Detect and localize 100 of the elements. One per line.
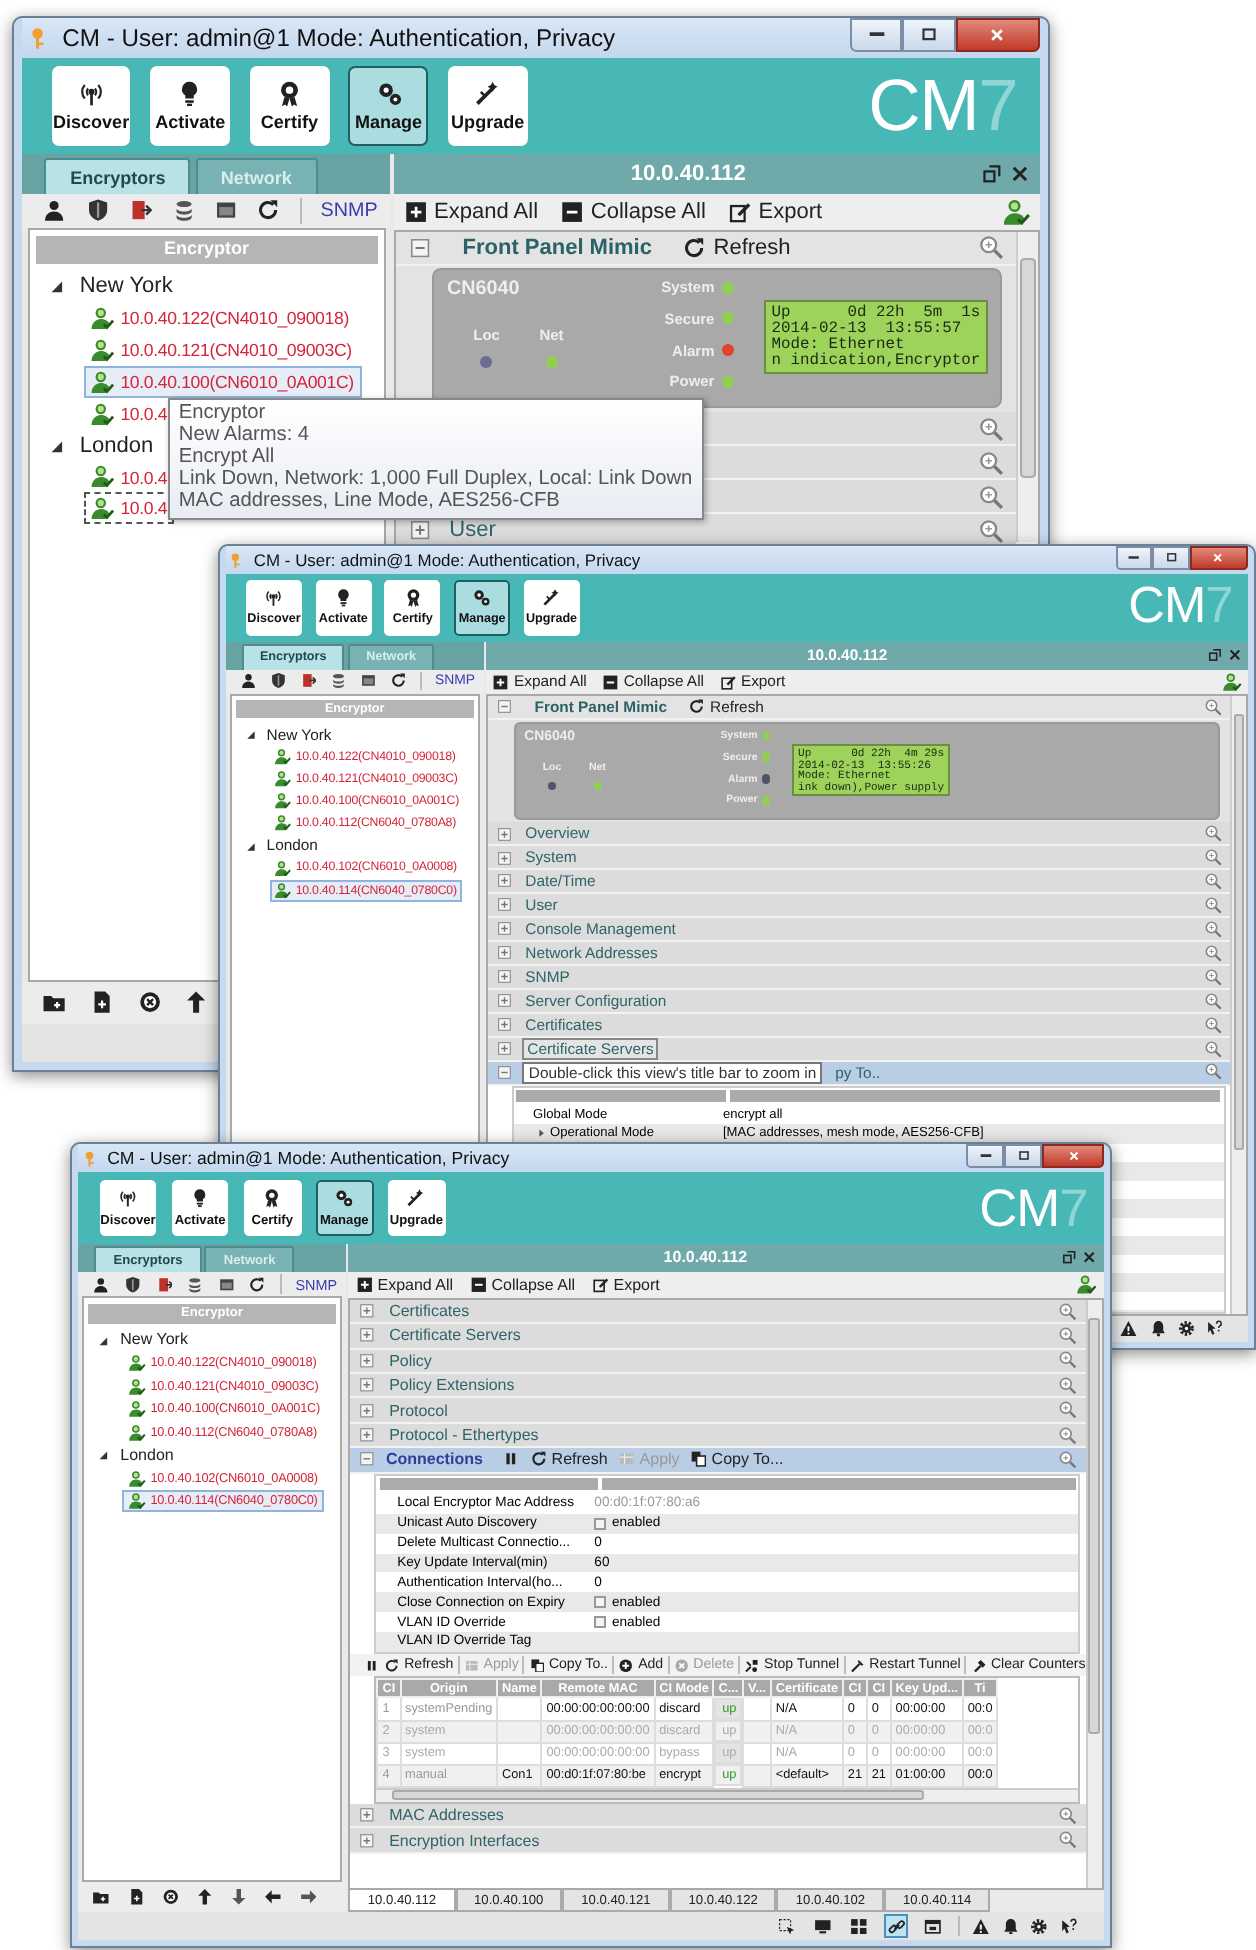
activate-button[interactable]: Activate [150,66,230,146]
zoom-icon[interactable] [1203,1015,1223,1034]
minimize-button[interactable] [966,1144,1005,1168]
folder-icon[interactable] [42,990,67,1016]
zoom-icon[interactable] [1058,1450,1078,1470]
minimize-button[interactable] [1115,546,1153,570]
pause-icon[interactable] [502,1450,520,1469]
minimize-button[interactable] [850,18,903,51]
close-icon[interactable] [1010,164,1031,185]
person-icon[interactable] [92,1275,111,1294]
expand-icon[interactable] [496,1015,513,1033]
toggle-button[interactable] [773,1913,799,1939]
pause-icon[interactable] [364,1657,381,1673]
tree-item[interactable]: 10.0.40.100(CN6010_0A001C) [83,366,362,398]
checkbox[interactable] [594,1596,607,1609]
document-icon[interactable] [89,990,115,1016]
settings-icon[interactable] [1177,1320,1195,1338]
shield-icon[interactable] [123,1275,142,1294]
restore-icon[interactable] [1207,648,1222,663]
help-icon[interactable] [1060,1917,1079,1935]
expand-icon[interactable] [496,825,513,843]
refresh-icon[interactable] [390,672,407,690]
section-header[interactable]: Certificate Servers [350,1324,1086,1350]
expander-icon[interactable] [241,837,259,855]
user-check-icon[interactable] [1221,671,1242,692]
expander-icon[interactable] [94,1446,113,1465]
expand-icon[interactable] [496,872,513,890]
expand-icon[interactable] [358,1302,377,1320]
zoom-icon[interactable] [1203,824,1223,843]
close-icon[interactable] [1227,648,1242,663]
restore-icon[interactable] [982,164,1002,185]
zoom-icon[interactable] [1203,1039,1223,1058]
warning-icon[interactable] [1120,1320,1138,1338]
zoom-icon[interactable] [1058,1805,1078,1825]
zoom-icon[interactable] [978,415,1005,442]
tree-group-label[interactable]: New York [79,274,173,299]
toggle-button[interactable] [884,1913,909,1939]
zoom-icon[interactable] [978,449,1005,476]
refresh-button[interactable]: Refresh [529,1450,608,1469]
collapse-icon[interactable] [407,235,432,260]
exit-icon[interactable] [128,198,153,224]
exit-icon[interactable] [155,1275,173,1294]
expand-icon[interactable] [407,518,432,543]
person-icon[interactable] [42,198,67,224]
collapse-all-button[interactable]: Collapse All [469,1275,576,1294]
tree-item[interactable]: 10.0.40.121(CN4010_09003C) [83,334,360,367]
database-icon[interactable] [186,1275,204,1294]
certify-button[interactable]: Certify [249,66,330,146]
close-button[interactable] [1189,546,1248,570]
bell-icon[interactable] [1001,1917,1019,1935]
section-header[interactable]: Front Panel Mimic Refresh [396,231,1016,266]
tab[interactable]: Encryptors [44,158,191,194]
zoom-icon[interactable] [978,517,1005,545]
expand-icon[interactable] [358,1376,377,1395]
arrow-up-icon[interactable] [184,990,209,1016]
manage-button[interactable]: Manage [348,66,429,146]
zoom-icon[interactable] [1058,1425,1078,1445]
help-icon[interactable] [1206,1320,1224,1338]
tree-item[interactable]: 10.0.40.122(CN4010_090018) [83,302,357,335]
tree-item[interactable]: 10.0.4 [83,461,175,493]
section-header[interactable]: Certificates [350,1299,1086,1325]
expand-icon[interactable] [358,1351,377,1370]
settings-icon[interactable] [1030,1917,1049,1935]
upgrade-button[interactable]: Upgrade [448,66,528,146]
database-icon[interactable] [330,672,347,690]
maximize-button[interactable] [1004,1144,1043,1168]
close-button[interactable] [1042,1144,1104,1168]
expand-icon[interactable] [496,968,513,986]
panel-icon[interactable] [214,198,239,224]
section-header[interactable]: MAC Addresses [350,1803,1086,1829]
zoom-icon[interactable] [1203,697,1223,716]
scrollbar[interactable] [1015,231,1038,542]
expand-icon[interactable] [496,920,513,938]
arrow-down-icon[interactable] [230,1888,248,1907]
section-header[interactable]: Protocol [350,1398,1086,1424]
zoom-icon[interactable] [978,234,1005,261]
tree-group-label[interactable]: London [120,1446,174,1465]
zoom-icon[interactable] [1058,1400,1078,1420]
section-header[interactable]: Encryption Interfaces [350,1828,1086,1854]
zoom-icon[interactable] [1058,1350,1078,1371]
close-icon[interactable] [1082,1250,1098,1265]
section-header[interactable]: Policy [350,1349,1086,1374]
tree-item[interactable]: 10.0.4 [83,397,175,430]
expand-icon[interactable] [358,1326,377,1345]
arrow-left-icon[interactable] [264,1888,283,1907]
maximize-button[interactable] [1152,546,1190,570]
scrollbar[interactable] [1230,695,1246,1314]
shield-icon[interactable] [270,672,287,690]
warning-icon[interactable] [971,1917,990,1935]
exit-icon[interactable] [300,672,317,690]
section-header[interactable]: Policy Extensions [350,1373,1086,1399]
maximize-button[interactable] [902,18,956,51]
discover-button[interactable]: Discover [51,66,131,146]
export-button[interactable]: Export [591,1275,660,1294]
bell-icon[interactable] [1149,1320,1167,1338]
zoom-icon[interactable] [978,483,1005,510]
user-check-icon[interactable] [1076,1274,1098,1296]
close-button[interactable] [955,18,1040,51]
expand-icon[interactable] [496,992,513,1010]
copy-button[interactable]: Copy To... [689,1450,784,1469]
